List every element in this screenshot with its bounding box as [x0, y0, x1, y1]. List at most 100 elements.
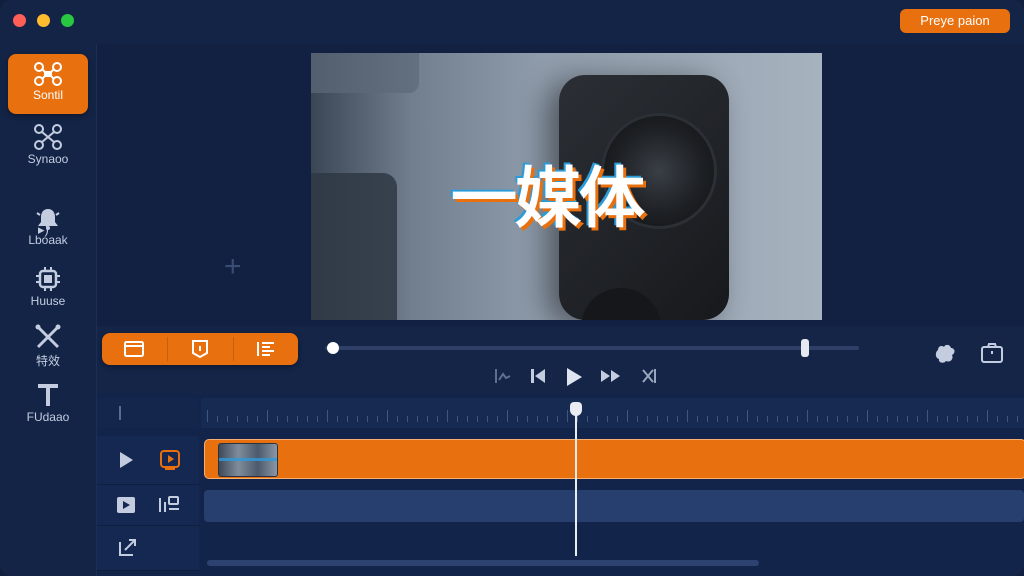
time-ruler[interactable]: [201, 398, 1024, 428]
settings-icon[interactable]: [933, 342, 957, 366]
list-tool-button[interactable]: [234, 333, 299, 365]
ruler-tick: [917, 416, 918, 422]
ruler-tick: [807, 410, 808, 422]
chip-icon: [36, 267, 60, 291]
ruler-tick: [717, 416, 718, 422]
ruler-tick: [857, 416, 858, 422]
playback-progress-bar[interactable]: [325, 339, 859, 357]
effects-track-header: [97, 526, 199, 571]
sidebar-item-label: FUdaao: [26, 410, 70, 424]
sidebar-item-1[interactable]: Synaoo: [8, 116, 88, 176]
ruler-tick: [207, 410, 208, 422]
network-icon: [34, 124, 62, 150]
ruler-tick: [817, 416, 818, 422]
video-clip-icon[interactable]: [159, 449, 181, 471]
ruler-tick: [837, 416, 838, 422]
ruler-tick: [537, 416, 538, 422]
ruler-tick: [477, 416, 478, 422]
fast-forward-icon[interactable]: [599, 366, 623, 386]
bell-icon: [36, 209, 60, 230]
ruler-tick: [827, 416, 828, 422]
export-icon[interactable]: [117, 536, 139, 558]
ruler-tick: [757, 416, 758, 422]
ruler-tick: [847, 416, 848, 422]
playback-scrubber[interactable]: [327, 342, 339, 354]
ruler-tick: [387, 410, 388, 422]
effects-icon: [35, 324, 61, 349]
ruler-tick: [317, 416, 318, 422]
range-end-handle[interactable]: [801, 339, 809, 357]
list-icon: [257, 342, 274, 356]
ruler-tick: [497, 416, 498, 422]
ruler-tick: [247, 416, 248, 422]
ruler-tick: [237, 416, 238, 422]
skip-back-icon[interactable]: [529, 366, 547, 386]
ruler-tick: [297, 416, 298, 422]
sidebar-item-3[interactable]: Huuse: [8, 258, 88, 318]
drone-icon: [34, 62, 62, 86]
ruler-tick: [357, 416, 358, 422]
ruler-tick: [987, 410, 988, 422]
thumbnail-stripe: [219, 458, 277, 461]
ruler-tick: [577, 416, 578, 422]
ruler-tick: [217, 416, 218, 422]
close-window-button[interactable]: [13, 14, 26, 27]
frame-tool-button[interactable]: [102, 333, 167, 365]
ruler-tick: [747, 410, 748, 422]
ruler-tick: [427, 416, 428, 422]
film-icon[interactable]: [115, 495, 137, 515]
audio-settings-icon[interactable]: [157, 494, 181, 516]
ruler-tick: [277, 416, 278, 422]
title-bar: Preye paion: [0, 0, 1024, 45]
play-icon[interactable]: [564, 366, 584, 388]
split-icon[interactable]: [493, 366, 513, 386]
add-media-icon[interactable]: +: [224, 252, 242, 282]
ruler-tick: [527, 416, 528, 422]
ruler-tick: [867, 410, 868, 422]
timeline-scrollbar[interactable]: [207, 560, 759, 566]
ruler-tick: [417, 416, 418, 422]
sidebar-item-2[interactable]: Lboaak: [8, 199, 88, 259]
ruler-tick: [567, 410, 568, 422]
app-window: Preye paion Sontil Synaoo ▸) Lboaak Huus…: [0, 0, 1024, 576]
minimize-window-button[interactable]: [37, 14, 50, 27]
maximize-window-button[interactable]: [61, 14, 74, 27]
ruler-tick: [647, 416, 648, 422]
ruler-tick: [447, 410, 448, 422]
ruler-tick: [267, 410, 268, 422]
ruler-tick: [337, 416, 338, 422]
ruler-tick: [877, 416, 878, 422]
folder-icon[interactable]: [980, 342, 1004, 364]
ruler-tick: [687, 410, 688, 422]
ruler-tick: [697, 416, 698, 422]
ruler-tick: [377, 416, 378, 422]
sidebar-item-5[interactable]: FUdaao: [8, 374, 88, 434]
sidebar-item-label: Lboaak: [28, 233, 68, 247]
sidebar-item-0[interactable]: Sontil: [8, 54, 88, 114]
ruler-header: [97, 398, 199, 428]
title-overlay-text[interactable]: 一媒体: [451, 145, 645, 241]
ruler-tick: [637, 416, 638, 422]
ruler-tick: [707, 416, 708, 422]
ruler-tick: [607, 416, 608, 422]
ruler-tick: [327, 410, 328, 422]
video-preview[interactable]: 一媒体: [311, 53, 822, 320]
playhead-handle[interactable]: [570, 402, 582, 416]
sidebar: Sontil Synaoo ▸) Lboaak Huuse 特效 FUdaao: [0, 44, 97, 576]
export-button[interactable]: Preye paion: [900, 9, 1010, 33]
ruler-tick: [797, 416, 798, 422]
ruler-tick: [617, 416, 618, 422]
play-icon[interactable]: [117, 450, 135, 470]
sidebar-item-label: Huuse: [30, 294, 66, 308]
crop-tool-button[interactable]: [168, 333, 233, 365]
ruler-tick: [347, 416, 348, 422]
ruler-tick: [767, 416, 768, 422]
sidebar-item-4[interactable]: 特效: [8, 316, 88, 376]
marker-icon[interactable]: [639, 366, 659, 386]
video-clip[interactable]: [204, 439, 1024, 479]
audio-clip[interactable]: [204, 490, 1024, 522]
ruler-tick: [777, 416, 778, 422]
ruler-tick: [1017, 416, 1018, 422]
video-track-header: [97, 436, 199, 485]
ruler-tick: [547, 416, 548, 422]
